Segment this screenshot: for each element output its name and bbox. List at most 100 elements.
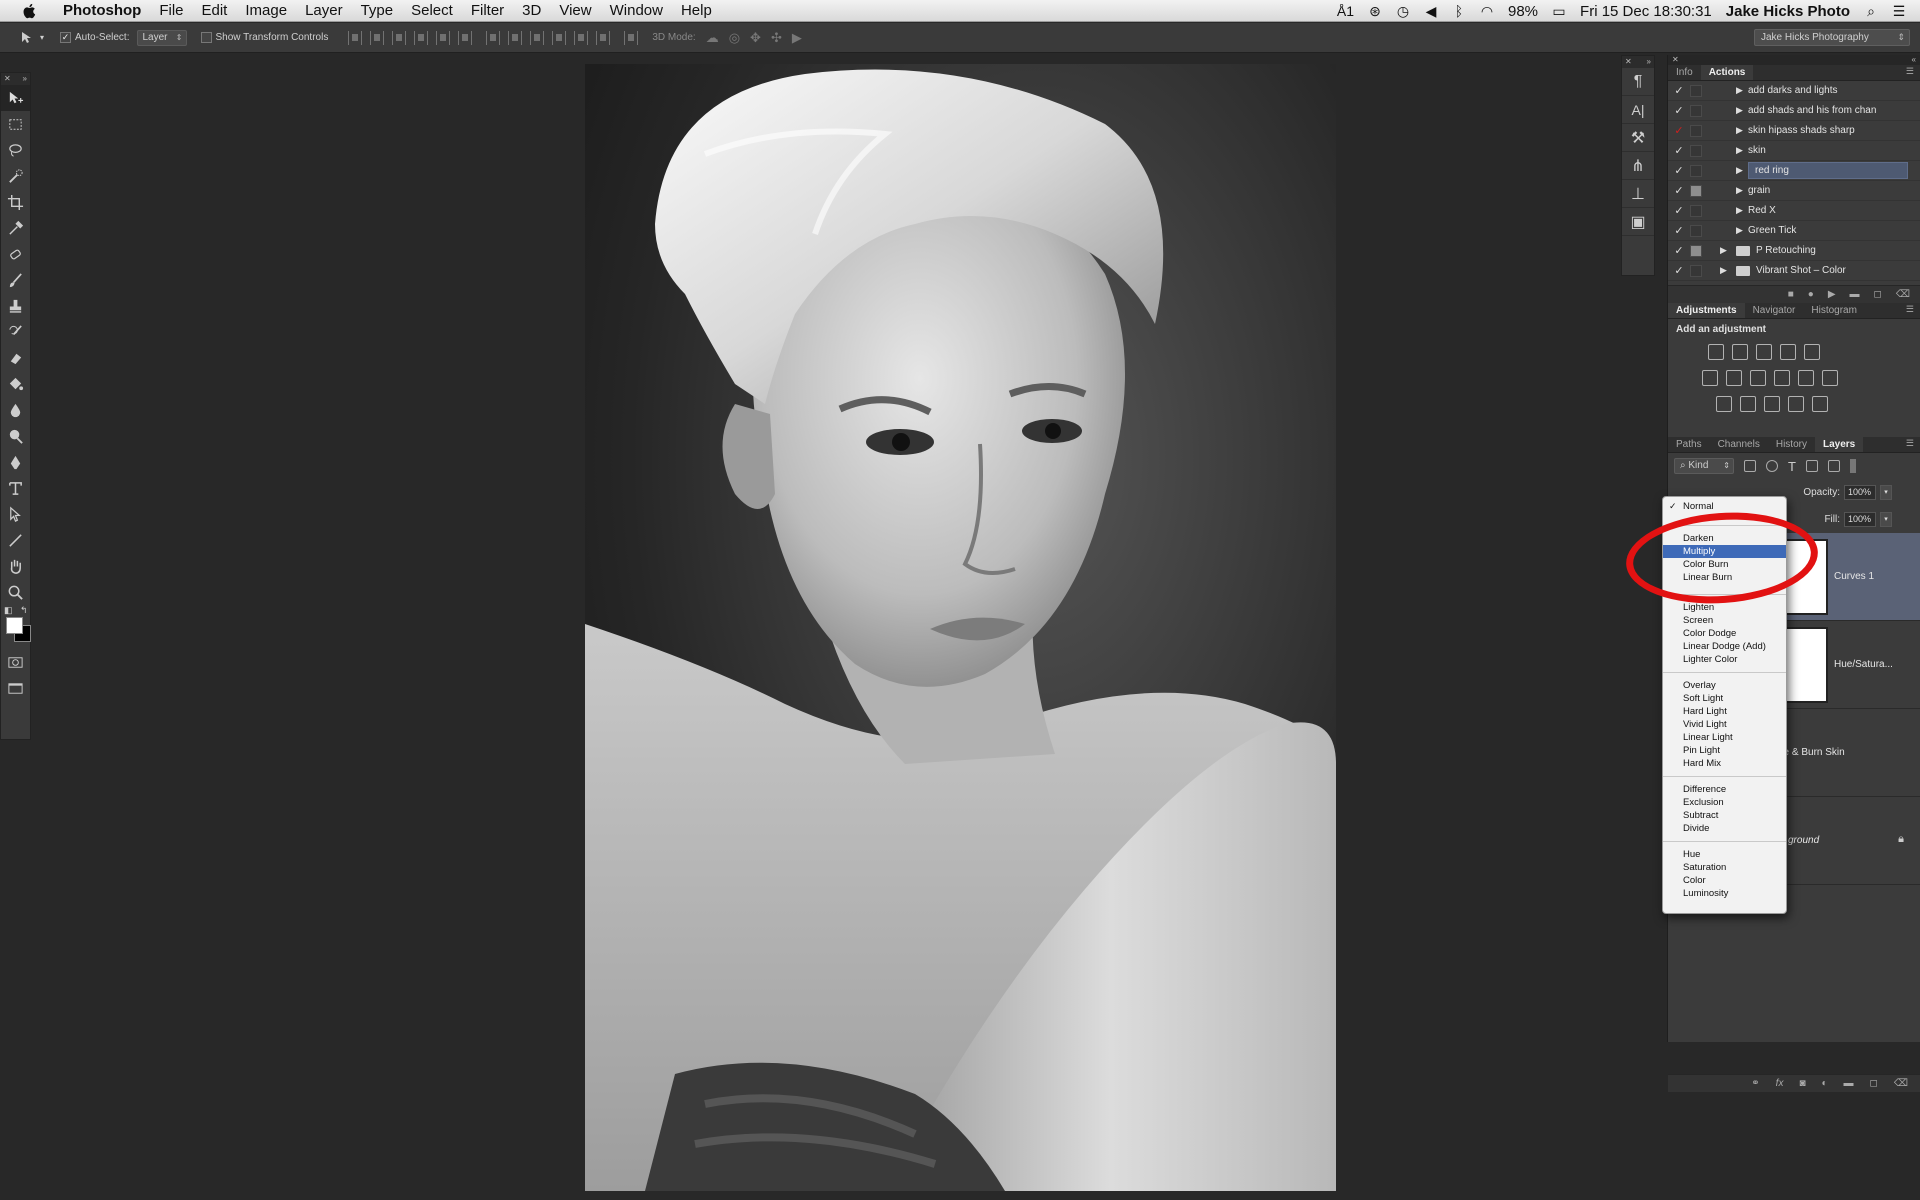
expand-triangle-icon[interactable]: ▶ <box>1736 225 1748 236</box>
new-set-icon[interactable]: ▬ <box>1850 289 1860 300</box>
blend-mode-lighten[interactable]: Lighten <box>1663 601 1786 614</box>
blend-mode-vivid-light[interactable]: Vivid Light <box>1663 718 1786 731</box>
color-lookup-icon[interactable] <box>1822 370 1838 386</box>
menu-file[interactable]: File <box>150 0 192 22</box>
trash-icon[interactable]: ⌫ <box>1894 1078 1908 1089</box>
distribute-right-icon[interactable] <box>596 30 611 45</box>
action-item[interactable]: ✓ ▶ skin hipass shads sharp <box>1668 121 1920 141</box>
invert-icon[interactable] <box>1716 396 1732 412</box>
action-item[interactable]: ✓ ▶ grain <box>1668 181 1920 201</box>
slide-3d-icon[interactable]: ✣ <box>771 30 782 46</box>
new-layer-icon[interactable]: ◻ <box>1870 1078 1878 1089</box>
menu-layer[interactable]: Layer <box>296 0 352 22</box>
levels-icon[interactable] <box>1732 344 1748 360</box>
expand-triangle-icon[interactable]: ▶ <box>1736 105 1748 116</box>
action-toggle-check[interactable]: ✓ <box>1668 184 1690 197</box>
action-toggle-check[interactable]: ✓ <box>1668 84 1690 97</box>
accessibility-icon[interactable]: ⊛ <box>1368 3 1382 20</box>
expand-icon[interactable]: » <box>1647 56 1651 68</box>
blend-mode-linear-dodge[interactable]: Linear Dodge (Add) <box>1663 640 1786 653</box>
play-icon[interactable]: ▶ <box>1828 289 1836 300</box>
pen-tool[interactable] <box>1 449 30 475</box>
tab-adjustments[interactable]: Adjustments <box>1668 303 1745 318</box>
pan-3d-icon[interactable]: ✥ <box>750 30 761 46</box>
bluetooth-icon[interactable]: ᛒ <box>1452 3 1466 19</box>
notification-center-icon[interactable]: ☰ <box>1892 3 1906 20</box>
new-group-icon[interactable]: ▬ <box>1844 1078 1854 1089</box>
filter-smart-object-icon[interactable] <box>1827 460 1840 472</box>
align-left-icon[interactable] <box>414 30 429 45</box>
action-toggle-check[interactable]: ✓ <box>1668 244 1690 257</box>
tools-panel-header[interactable]: ✕» <box>1 73 30 85</box>
menu-image[interactable]: Image <box>236 0 296 22</box>
new-adjustment-layer-icon[interactable]: ◐ <box>1822 1078 1828 1089</box>
blend-mode-hard-light[interactable]: Hard Light <box>1663 705 1786 718</box>
tab-histogram[interactable]: Histogram <box>1803 303 1865 318</box>
blend-mode-lighter-color[interactable]: Lighter Color <box>1663 653 1786 666</box>
action-toggle-check[interactable]: ✓ <box>1668 284 1690 285</box>
menu-3d[interactable]: 3D <box>513 0 550 22</box>
filter-adjustment-icon[interactable] <box>1766 460 1778 472</box>
menu-view[interactable]: View <box>550 0 600 22</box>
expand-triangle-icon[interactable]: ▶ <box>1736 125 1748 136</box>
align-top-icon[interactable] <box>348 30 363 45</box>
distribute-bottom-icon[interactable] <box>530 30 545 45</box>
orbit-3d-icon[interactable]: ☁ <box>706 30 719 46</box>
blend-mode-screen[interactable]: Screen <box>1663 614 1786 627</box>
time-machine-icon[interactable]: ◷ <box>1396 3 1410 20</box>
tool-preset-picker[interactable]: ▾ <box>20 31 60 45</box>
character-panel-button[interactable]: A| <box>1622 96 1654 124</box>
collapse-icon[interactable]: « <box>1912 55 1916 65</box>
battery-icon[interactable]: ▭ <box>1552 3 1566 20</box>
brush-tool[interactable] <box>1 267 30 293</box>
new-action-icon[interactable]: ◻ <box>1874 289 1882 300</box>
menu-edit[interactable]: Edit <box>193 0 237 22</box>
dialog-toggle[interactable] <box>1690 164 1702 177</box>
default-colors-icon[interactable]: ◧ <box>4 605 13 616</box>
path-selection-tool[interactable] <box>1 501 30 527</box>
blend-mode-difference[interactable]: Difference <box>1663 783 1786 796</box>
blend-mode-hard-mix[interactable]: Hard Mix <box>1663 757 1786 770</box>
action-item-selected[interactable]: ✓ ▶ red ring <box>1668 161 1920 181</box>
expand-triangle-icon[interactable]: ▶ <box>1736 205 1748 216</box>
move-tool[interactable] <box>1 85 30 111</box>
opacity-input[interactable]: 100% <box>1844 485 1876 500</box>
user-name[interactable]: Jake Hicks Photo <box>1726 3 1850 20</box>
blend-mode-soft-light[interactable]: Soft Light <box>1663 692 1786 705</box>
lock-icon[interactable]: 🔒︎ <box>1898 833 1904 846</box>
hue-saturation-icon[interactable] <box>1702 370 1718 386</box>
eraser-tool[interactable] <box>1 345 30 371</box>
auto-select-checkbox[interactable]: ✓ <box>60 32 71 43</box>
wifi-icon[interactable]: ◠ <box>1480 3 1494 20</box>
action-item[interactable]: ✓ ▶ add darks and lights <box>1668 81 1920 101</box>
paragraph-panel-button[interactable]: ¶ <box>1622 68 1654 96</box>
foreground-color-swatch[interactable] <box>6 617 23 634</box>
action-toggle-check[interactable]: ✓ <box>1668 224 1690 237</box>
document-canvas[interactable] <box>585 64 1336 1191</box>
adobe-icon[interactable]: Å1 <box>1337 3 1354 19</box>
action-toggle-check[interactable]: ✓ <box>1668 124 1690 137</box>
expand-triangle-icon[interactable]: ▶ <box>1720 245 1732 256</box>
roll-3d-icon[interactable]: ◎ <box>729 30 740 46</box>
blend-mode-pin-light[interactable]: Pin Light <box>1663 744 1786 757</box>
close-icon[interactable]: ✕ <box>4 73 11 85</box>
blend-mode-hue[interactable]: Hue <box>1663 848 1786 861</box>
filter-pixel-icon[interactable] <box>1744 460 1756 472</box>
tab-navigator[interactable]: Navigator <box>1745 303 1804 318</box>
dock-header[interactable]: ✕ « <box>1668 55 1920 65</box>
posterize-icon[interactable] <box>1740 396 1756 412</box>
healing-brush-tool[interactable] <box>1 241 30 267</box>
filter-shape-icon[interactable] <box>1805 460 1818 472</box>
dialog-toggle[interactable] <box>1690 124 1702 137</box>
clock[interactable]: Fri 15 Dec 18:30:31 <box>1580 3 1712 20</box>
history-brush-tool[interactable] <box>1 319 30 345</box>
blend-mode-color-dodge[interactable]: Color Dodge <box>1663 627 1786 640</box>
tab-layers[interactable]: Layers <box>1814 437 1864 452</box>
auto-align-icon[interactable] <box>624 30 639 45</box>
threshold-icon[interactable] <box>1764 396 1780 412</box>
align-bottom-icon[interactable] <box>392 30 407 45</box>
align-right-icon[interactable] <box>458 30 473 45</box>
fill-input[interactable]: 100% <box>1844 512 1876 527</box>
eyedropper-tool[interactable] <box>1 215 30 241</box>
brightness-contrast-icon[interactable] <box>1708 344 1724 360</box>
